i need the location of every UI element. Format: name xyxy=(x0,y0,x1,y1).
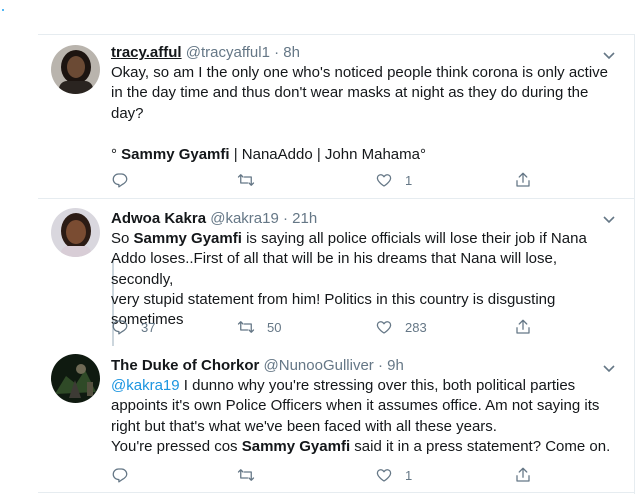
tweet-3[interactable]: The Duke of Chorkor @NunooGulliver · 9h … xyxy=(38,344,634,492)
tagline-rest: | NanaAddo | John Mahama° xyxy=(229,145,426,163)
retweet-icon xyxy=(237,171,255,189)
reply-icon xyxy=(111,318,129,336)
username[interactable]: @kakra19 xyxy=(210,210,279,227)
tweet-2[interactable]: Adwoa Kakra @kakra19 · 21h So Sammy Gyam… xyxy=(38,198,634,346)
retweet-button[interactable]: 50 xyxy=(237,318,281,336)
avatar[interactable] xyxy=(51,208,100,257)
reply-icon xyxy=(111,466,129,484)
retweet-button[interactable] xyxy=(237,171,267,189)
text-segment: Okay, so am I the only one who's noticed… xyxy=(111,64,609,81)
reply-button[interactable]: 37 xyxy=(111,318,155,336)
header-dot: · xyxy=(282,210,288,227)
timeline-border xyxy=(634,34,635,494)
corner-dot xyxy=(2,9,4,11)
text-segment: appoints it's own Police Officers when i… xyxy=(111,397,600,415)
display-name[interactable]: The Duke of Chorkor xyxy=(111,357,259,374)
like-count: 1 xyxy=(405,172,413,188)
tweet-1[interactable]: tracy.afful @tracyafful1 · 8h Okay, so a… xyxy=(38,34,634,198)
tweet-actions: 37 50 283 xyxy=(111,318,591,338)
share-icon xyxy=(514,318,532,336)
tweet-actions: 1 xyxy=(111,466,591,486)
header-dot: · xyxy=(274,44,280,61)
header-dot: · xyxy=(377,357,383,374)
tweet-text: So Sammy Gyamfi is saying all police off… xyxy=(111,229,611,330)
like-icon xyxy=(375,318,393,336)
avatar[interactable] xyxy=(51,45,100,94)
caret-down-icon[interactable] xyxy=(602,48,616,62)
like-count: 283 xyxy=(405,319,427,335)
like-count: 1 xyxy=(405,467,413,483)
tweet-text-line: right but that's what we've been faced w… xyxy=(111,417,611,437)
like-button[interactable]: 1 xyxy=(375,466,412,484)
tweet-header: The Duke of Chorkor @NunooGulliver · 9h xyxy=(111,356,611,376)
reply-button[interactable] xyxy=(111,466,141,484)
text-segment: is saying all police officials will lose… xyxy=(241,230,587,247)
tweet-text-line: in the day time and thus don't wear mask… xyxy=(111,83,611,103)
like-button[interactable]: 1 xyxy=(375,171,412,189)
text-segment: right but that's what we've been faced w… xyxy=(111,417,497,435)
tweet-text: Okay, so am I the only one who's noticed… xyxy=(111,63,611,124)
tagline-prefix: ° xyxy=(111,145,122,163)
text-segment: in the day time and thus don't wear mask… xyxy=(111,84,589,102)
text-segment: very stupid statement from him! Politics… xyxy=(111,290,556,308)
share-icon xyxy=(514,171,532,189)
username[interactable]: @NunooGulliver xyxy=(264,357,374,374)
reply-icon xyxy=(111,171,129,189)
tweet-actions: 1 xyxy=(111,171,591,191)
text-segment: said it in a press statement? Come on. xyxy=(350,437,611,455)
like-button[interactable]: 283 xyxy=(375,318,427,336)
tagline-bold: Sammy Gyamfi xyxy=(121,145,230,163)
display-name[interactable]: Adwoa Kakra xyxy=(111,210,206,227)
share-button[interactable] xyxy=(514,171,532,189)
share-icon xyxy=(514,466,532,484)
caret-down-icon[interactable] xyxy=(602,361,616,375)
like-icon xyxy=(375,466,393,484)
retweet-button[interactable] xyxy=(237,466,267,484)
tweet-text-line: So Sammy Gyamfi is saying all police off… xyxy=(111,229,611,249)
tweet-header: tracy.afful @tracyafful1 · 8h xyxy=(111,43,611,63)
bold-name: Sammy Gyamfi xyxy=(133,230,242,247)
like-icon xyxy=(375,171,393,189)
share-button[interactable] xyxy=(514,466,532,484)
retweet-count: 50 xyxy=(267,319,282,335)
retweet-icon xyxy=(237,466,255,484)
caret-down-icon[interactable] xyxy=(602,212,616,226)
timestamp[interactable]: 8h xyxy=(283,44,300,61)
timestamp[interactable]: 21h xyxy=(292,210,317,227)
tweet-text-line: very stupid statement from him! Politics… xyxy=(111,290,611,310)
avatar[interactable] xyxy=(51,354,100,403)
text-segment: You're pressed cos xyxy=(111,437,242,455)
tweet-text-line: You're pressed cos Sammy Gyamfi said it … xyxy=(111,437,611,457)
tweet-text-line: appoints it's own Police Officers when i… xyxy=(111,396,611,416)
tweet-text-line: Okay, so am I the only one who's noticed… xyxy=(111,63,611,83)
display-name[interactable]: tracy.afful xyxy=(111,44,182,61)
tweet-text-line: day? xyxy=(111,104,611,124)
text-segment: I dunno why you're stressing over this, … xyxy=(179,377,576,394)
tweet-tagline: ° Sammy Gyamfi | NanaAddo | John Mahama° xyxy=(111,145,611,165)
timestamp[interactable]: 9h xyxy=(387,357,404,374)
bold-name: Sammy Gyamfi xyxy=(241,437,351,455)
text-segment: So xyxy=(111,230,134,247)
divider-bottom xyxy=(38,492,635,493)
text-segment: Addo loses..First of all that will be in… xyxy=(111,250,558,288)
reply-count: 37 xyxy=(141,319,156,335)
tweet-text-line: @kakra19 I dunno why you're stressing ov… xyxy=(111,376,611,396)
reply-button[interactable] xyxy=(111,171,141,189)
tweet-text: @kakra19 I dunno why you're stressing ov… xyxy=(111,376,611,457)
text-segment: day? xyxy=(111,104,144,122)
share-button[interactable] xyxy=(514,318,532,336)
retweet-icon xyxy=(237,318,255,336)
mention-link[interactable]: @kakra19 xyxy=(111,377,180,394)
tweet-text-line: Addo loses..First of all that will be in… xyxy=(111,249,611,290)
tweet-header: Adwoa Kakra @kakra19 · 21h xyxy=(111,209,611,229)
username[interactable]: @tracyafful1 xyxy=(186,44,270,61)
